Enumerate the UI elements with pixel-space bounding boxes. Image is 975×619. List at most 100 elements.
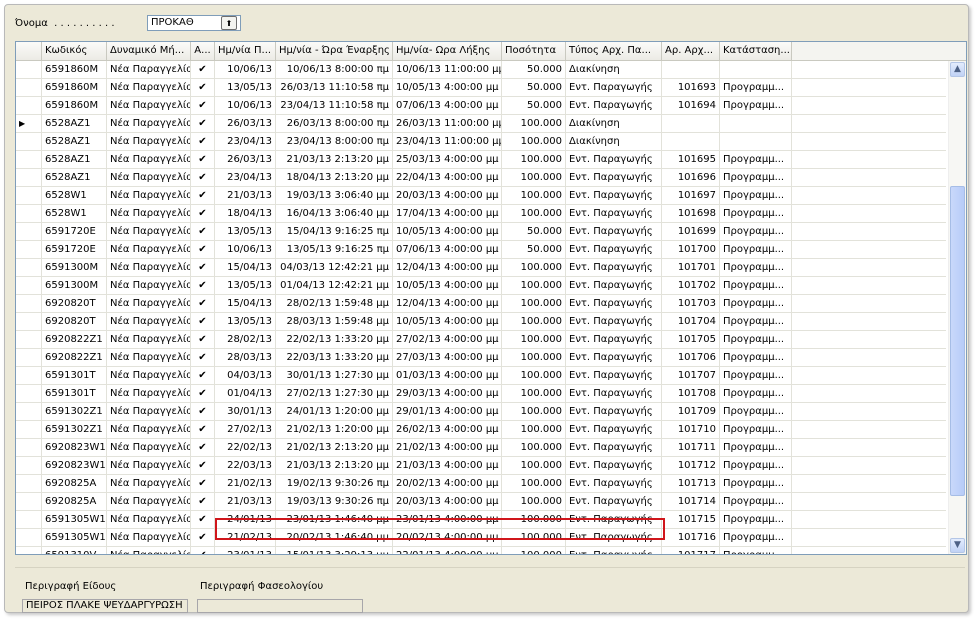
- header-start[interactable]: Ημ/νία - Ώρα Έναρξης: [276, 42, 393, 60]
- checkmark-icon: ✔: [191, 277, 215, 294]
- table-row[interactable]: 6591301T Νέα Παραγγελία ✔ 01/04/13 27/02/13 …: [16, 385, 946, 403]
- item-desc-label: Περιγραφή Είδους: [25, 581, 117, 592]
- header-date-p[interactable]: Ημ/νία Π...: [215, 42, 276, 60]
- table-row[interactable]: 6591300M Νέα Παραγγελία ✔ 15/04/13 04/03/13 …: [16, 259, 946, 277]
- table-row[interactable]: 6528AZ1 Νέα Παραγγελία ✔ 23/04/13 23/04/13 8…: [16, 133, 946, 151]
- row-pointer-icon: [16, 439, 42, 456]
- table-row[interactable]: 6920822Z1 Νέα Παραγγελία ✔ 28/02/13 22/02/13…: [16, 331, 946, 349]
- code-cell: 6528AZ1: [42, 169, 107, 186]
- dynamic-cell: Νέα Παραγγελία: [107, 439, 191, 456]
- header-a[interactable]: Α...: [191, 42, 215, 60]
- table-row[interactable]: 6528AZ1 Νέα Παραγγελία ✔ 26/03/13 21/03/13 2…: [16, 151, 946, 169]
- code-cell: 6591720E: [42, 241, 107, 258]
- dynamic-cell: Νέα Παραγγελία: [107, 223, 191, 240]
- end-cell: 27/02/13 4:00:00 μμ: [393, 331, 502, 348]
- table-row[interactable]: 6591720E Νέα Παραγγελία ✔ 10/06/13 13/05/13 …: [16, 241, 946, 259]
- end-cell: 17/04/13 4:00:00 μμ: [393, 205, 502, 222]
- row-pointer-icon: [16, 151, 42, 168]
- table-row[interactable]: 6591860M Νέα Παραγγελία ✔ 10/06/13 23/04/13 …: [16, 97, 946, 115]
- table-row[interactable]: 6528W1 Νέα Παραγγελία ✔ 18/04/13 16/04/13 3:…: [16, 205, 946, 223]
- table-row[interactable]: 6920825A Νέα Παραγγελία ✔ 21/03/13 19/03/13 …: [16, 493, 946, 511]
- end-cell: 20/03/13 4:00:00 μμ: [393, 493, 502, 510]
- header-end[interactable]: Ημ/νία- Ωρα Λήξης: [393, 42, 502, 60]
- header-quantity[interactable]: Ποσότητα: [502, 42, 566, 60]
- scroll-down-icon[interactable]: ▼: [950, 538, 965, 553]
- table-row[interactable]: 6920820T Νέα Παραγγελία ✔ 15/04/13 28/02/13 …: [16, 295, 946, 313]
- dynamic-cell: Νέα Παραγγελία: [107, 385, 191, 402]
- quantity-cell: 50.000: [502, 79, 566, 96]
- row-pointer-icon: [16, 187, 42, 204]
- status-cell: Προγραμμ...: [720, 439, 792, 456]
- quantity-cell: 100.000: [502, 277, 566, 294]
- header-type[interactable]: Τύπος Αρχ. Πα...: [566, 42, 662, 60]
- type-cell: Εντ. Παραγωγής: [566, 169, 662, 186]
- start-cell: 22/02/13 1:33:20 μμ: [276, 331, 393, 348]
- end-cell: 07/06/13 4:00:00 μμ: [393, 97, 502, 114]
- start-cell: 28/03/13 1:59:48 μμ: [276, 313, 393, 330]
- type-cell: Διακίνηση: [566, 115, 662, 132]
- type-cell: Διακίνηση: [566, 133, 662, 150]
- table-row[interactable]: 6591310VΝέα Παραγγελία✔23/01/1315/01/13 …: [16, 547, 946, 554]
- dynamic-cell: Νέα Παραγγελία: [107, 205, 191, 222]
- table-row[interactable]: 6920823W1 Νέα Παραγγελία ✔ 22/02/13 21/02/13…: [16, 439, 946, 457]
- row-pointer-icon: [16, 475, 42, 492]
- table-row[interactable]: 6528W1 Νέα Παραγγελία ✔ 21/03/13 19/03/13 3:…: [16, 187, 946, 205]
- scroll-thumb[interactable]: [950, 186, 965, 496]
- date-p-cell: 27/02/13: [215, 421, 276, 438]
- type-cell: Εντ. Παραγωγής: [566, 295, 662, 312]
- orders-grid[interactable]: Κωδικός Δυναμικό Μή... Α... Ημ/νία Π... …: [15, 41, 967, 555]
- table-row[interactable]: ▶ 6528AZ1 Νέα Παραγγελία ✔ 26/03/13 26/03/13 …: [16, 115, 946, 133]
- code-cell: 6528AZ1: [42, 115, 107, 132]
- arch-no-cell: 101703: [662, 295, 720, 312]
- checkmark-icon: ✔: [191, 169, 215, 186]
- date-p-cell: 23/04/13: [215, 169, 276, 186]
- quantity-cell: 100.000: [502, 331, 566, 348]
- end-cell: 26/02/13 4:00:00 μμ: [393, 421, 502, 438]
- status-cell: Προγραμμ...: [720, 223, 792, 240]
- status-cell: Προγραμμ...: [720, 79, 792, 96]
- table-row[interactable]: 6591301T Νέα Παραγγελία ✔ 04/03/13 30/01/13 …: [16, 367, 946, 385]
- header-dynamic[interactable]: Δυναμικό Μή...: [107, 42, 191, 60]
- code-cell: 6591302Z1: [42, 421, 107, 438]
- type-cell: Εντ. Παραγωγής: [566, 349, 662, 366]
- table-row[interactable]: 6591300M Νέα Παραγγελία ✔ 13/05/13 01/04/13 …: [16, 277, 946, 295]
- scroll-up-icon[interactable]: ▲: [950, 62, 965, 77]
- date-p-cell: 21/03/13: [215, 493, 276, 510]
- code-cell: 6920820T: [42, 295, 107, 312]
- header-selector[interactable]: [16, 42, 42, 60]
- status-cell: Προγραμμ...: [720, 475, 792, 492]
- table-row[interactable]: 6591302Z1 Νέα Παραγγελία ✔ 27/02/13 21/02/13…: [16, 421, 946, 439]
- end-cell: 12/04/13 4:00:00 μμ: [393, 259, 502, 276]
- date-p-cell: 10/06/13: [215, 61, 276, 78]
- status-cell: Προγραμμ...: [720, 403, 792, 420]
- table-row[interactable]: 6591720E Νέα Παραγγελία ✔ 13/05/13 15/04/13 …: [16, 223, 946, 241]
- start-cell: 15/04/13 9:16:25 πμ: [276, 223, 393, 240]
- table-row[interactable]: 6920822Z1 Νέα Παραγγελία ✔ 28/03/13 22/03/13…: [16, 349, 946, 367]
- lookup-button[interactable]: ⬆: [221, 16, 237, 30]
- table-row[interactable]: 6920823W1 Νέα Παραγγελία ✔ 22/03/13 21/03/13…: [16, 457, 946, 475]
- vertical-scrollbar[interactable]: ▲ ▼: [948, 61, 966, 554]
- table-row[interactable]: 6920825A Νέα Παραγγελία ✔ 21/02/13 19/02/13 …: [16, 475, 946, 493]
- quantity-cell: 100.000: [502, 133, 566, 150]
- arch-no-cell: 101715: [662, 511, 720, 528]
- end-cell: 29/01/13 4:00:00 μμ: [393, 403, 502, 420]
- dynamic-cell: Νέα Παραγγελία: [107, 421, 191, 438]
- main-window: Όνομα . . . . . . . . . . ΠΡΟΚΑΘ ⬆ Κωδικ…: [4, 4, 969, 613]
- table-row[interactable]: 6591860M Νέα Παραγγελία ✔ 10/06/13 10/06/13 …: [16, 61, 946, 79]
- dynamic-cell: Νέα Παραγγελία: [107, 61, 191, 78]
- header-status[interactable]: Κατάσταση...: [720, 42, 792, 60]
- start-cell: 04/03/13 12:42:21 μμ: [276, 259, 393, 276]
- header-code[interactable]: Κωδικός: [42, 42, 107, 60]
- name-label: Όνομα . . . . . . . . . .: [15, 17, 115, 29]
- code-cell: 6920823W1: [42, 439, 107, 456]
- table-row[interactable]: 6528AZ1 Νέα Παραγγελία ✔ 23/04/13 18/04/13 2…: [16, 169, 946, 187]
- highlight-box: [215, 518, 665, 540]
- type-cell: Εντ. Παραγωγής: [566, 205, 662, 222]
- header-arch-no[interactable]: Αρ. Αρχ...: [662, 42, 720, 60]
- table-row[interactable]: 6591302Z1 Νέα Παραγγελία ✔ 30/01/13 24/01/13…: [16, 403, 946, 421]
- row-pointer-icon: [16, 205, 42, 222]
- table-row[interactable]: 6920820T Νέα Παραγγελία ✔ 13/05/13 28/03/13 …: [16, 313, 946, 331]
- table-row[interactable]: 6591860M Νέα Παραγγελία ✔ 13/05/13 26/03/13 …: [16, 79, 946, 97]
- status-cell: [720, 61, 792, 78]
- dynamic-cell: Νέα Παραγγελία: [107, 547, 191, 554]
